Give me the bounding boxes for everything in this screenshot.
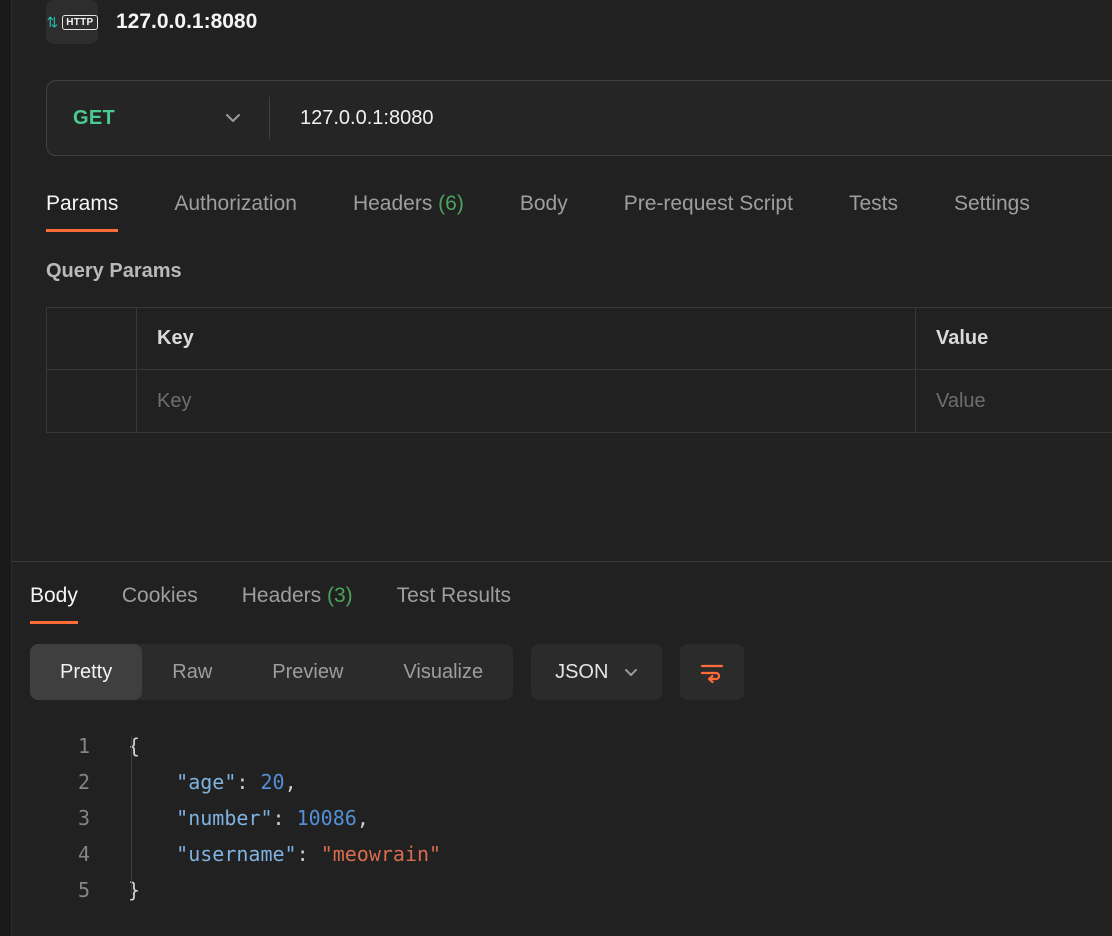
code-text: { xyxy=(90,734,140,758)
tab-headers[interactable]: Headers (3) xyxy=(242,584,353,624)
param-key-cell xyxy=(137,370,916,432)
query-params-heading: Query Params xyxy=(46,260,1112,283)
view-mode-switcher: PrettyRawPreviewVisualize xyxy=(30,644,513,700)
tab-label: Authorization xyxy=(174,192,297,215)
url-input[interactable] xyxy=(270,107,1112,130)
format-label: JSON xyxy=(555,661,608,684)
code-line: 3 "number": 10086, xyxy=(30,800,1112,836)
http-badge-label: HTTP xyxy=(62,15,97,30)
tab-authorization[interactable]: Authorization xyxy=(174,192,297,232)
tab-test-results[interactable]: Test Results xyxy=(397,584,511,624)
line-number: 3 xyxy=(30,806,90,830)
code-text: "username": "meowrain" xyxy=(90,842,441,866)
tab-cookies[interactable]: Cookies xyxy=(122,584,198,624)
tab-pre-request-script[interactable]: Pre-request Script xyxy=(624,192,793,232)
code-lines: 1{2 "age": 20,3 "number": 10086,4 "usern… xyxy=(30,728,1112,908)
param-value-cell xyxy=(916,370,1112,432)
query-params-table: Key Value xyxy=(46,307,1112,433)
view-preview[interactable]: Preview xyxy=(242,644,373,700)
response-toolbar: PrettyRawPreviewVisualize JSON xyxy=(30,644,1112,700)
http-request-icon: ⇅ HTTP xyxy=(46,0,98,44)
tab-body[interactable]: Body xyxy=(30,584,78,624)
code-line: 2 "age": 20, xyxy=(30,764,1112,800)
response-tabs: Body Cookies Headers (3) Test Results xyxy=(30,584,1112,624)
wrap-button[interactable] xyxy=(680,644,744,700)
http-arrows-icon: ⇅ xyxy=(46,15,58,29)
code-line: 1{ xyxy=(30,728,1112,764)
param-row-select-cell xyxy=(47,370,137,432)
tab-tests[interactable]: Tests xyxy=(849,192,898,232)
tab-label: Params xyxy=(46,192,118,215)
view-raw[interactable]: Raw xyxy=(142,644,242,700)
tab-label: Tests xyxy=(849,192,898,215)
indent-guide xyxy=(131,736,132,894)
table-header-key: Key xyxy=(137,308,916,370)
request-header: ⇅ HTTP 127.0.0.1:8080 xyxy=(46,0,1112,44)
view-visualize[interactable]: Visualize xyxy=(373,644,513,700)
wrap-lines-icon xyxy=(699,660,725,684)
chevron-down-icon xyxy=(225,113,241,123)
line-number: 2 xyxy=(30,770,90,794)
tab-label: Pre-request Script xyxy=(624,192,793,215)
chevron-down-icon xyxy=(624,668,638,677)
pane-edge xyxy=(0,0,12,936)
tab-label: Test Results xyxy=(397,584,511,607)
table-header-value: Value xyxy=(916,308,1112,370)
line-number: 5 xyxy=(30,878,90,902)
tab-label: Headers xyxy=(353,192,432,215)
tab-count: (3) xyxy=(321,584,353,607)
app-window: ⇅ HTTP 127.0.0.1:8080 GET Params Authoriz… xyxy=(12,0,1112,936)
tab-settings[interactable]: Settings xyxy=(954,192,1030,232)
request-title: 127.0.0.1:8080 xyxy=(116,10,257,34)
view-pretty[interactable]: Pretty xyxy=(30,644,142,700)
code-line: 5} xyxy=(30,872,1112,908)
response-pane: Body Cookies Headers (3) Test Results Prett… xyxy=(12,561,1112,936)
code-line: 4 "username": "meowrain" xyxy=(30,836,1112,872)
code-text: } xyxy=(90,878,140,902)
method-select[interactable]: GET xyxy=(47,107,269,130)
request-url-bar: GET xyxy=(46,80,1112,156)
tab-headers[interactable]: Headers (6) xyxy=(353,192,464,232)
method-label: GET xyxy=(73,107,115,130)
param-value-input[interactable] xyxy=(916,390,1112,413)
tab-label: Cookies xyxy=(122,584,198,607)
tab-label: Settings xyxy=(954,192,1030,215)
format-select[interactable]: JSON xyxy=(531,644,662,700)
code-text: "age": 20, xyxy=(90,770,297,794)
tab-count: (6) xyxy=(432,192,464,215)
line-number: 4 xyxy=(30,842,90,866)
tab-params[interactable]: Params xyxy=(46,192,118,232)
param-key-input[interactable] xyxy=(137,390,915,413)
tab-label: Headers xyxy=(242,584,321,607)
tab-body[interactable]: Body xyxy=(520,192,568,232)
request-tabs: Params Authorization Headers (6) Body Pre-re… xyxy=(46,192,1112,232)
table-header-select xyxy=(47,308,137,370)
request-pane: ⇅ HTTP 127.0.0.1:8080 GET Params Authoriz… xyxy=(12,0,1112,561)
line-number: 1 xyxy=(30,734,90,758)
response-body-viewer: 1{2 "age": 20,3 "number": 10086,4 "usern… xyxy=(30,728,1112,908)
tab-label: Body xyxy=(30,584,78,607)
tab-label: Body xyxy=(520,192,568,215)
